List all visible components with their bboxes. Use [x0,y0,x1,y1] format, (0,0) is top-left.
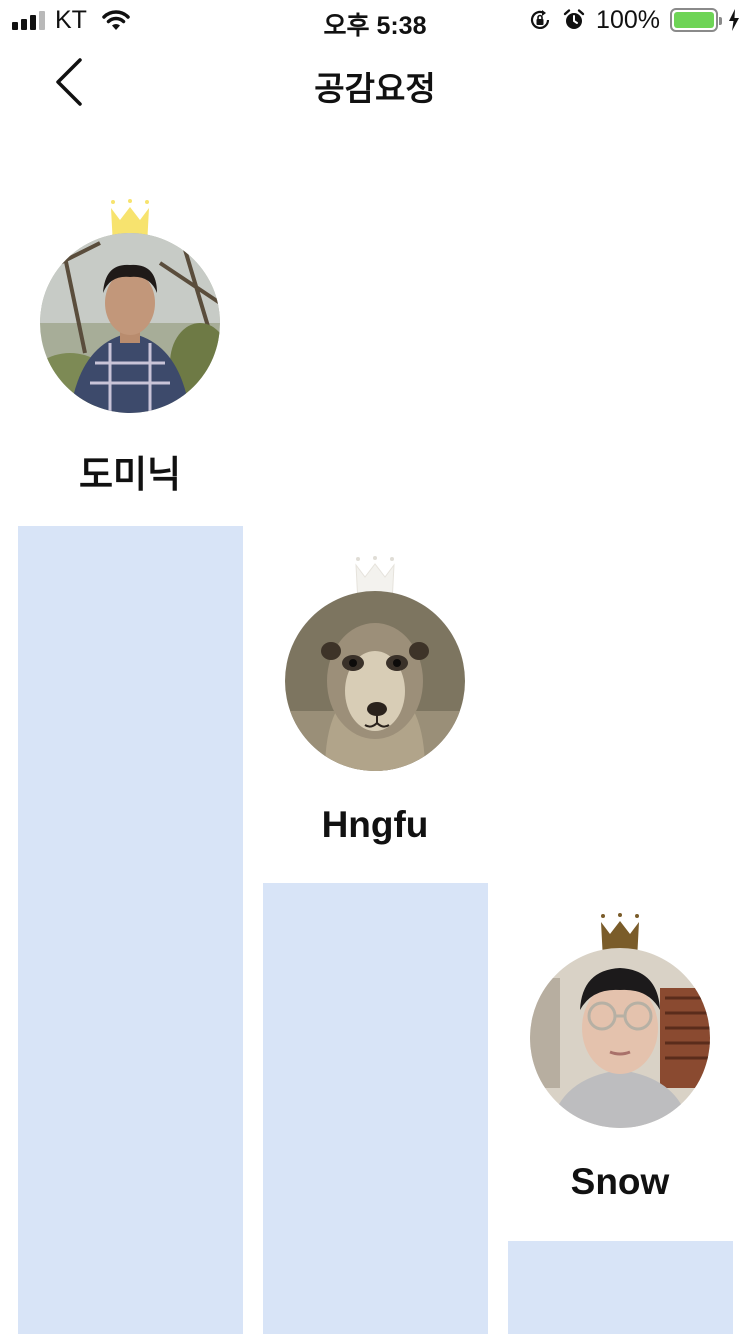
charging-bolt-icon [729,9,739,31]
user-name: Hngfu [321,804,429,845]
battery-icon [670,8,722,32]
avatar[interactable] [530,948,710,1128]
ranking-bar-third [508,1241,733,1334]
battery-level [674,12,714,28]
user-name: 도미닉 [78,454,182,495]
alarm-icon [563,9,585,29]
status-right: 100% [528,6,740,34]
rotation-lock-icon [530,10,550,29]
battery-percent: 100% [596,5,660,34]
page-title: 공감요정 [314,70,436,107]
ranking-bar-first [18,526,243,1334]
user-name: Snow [570,1161,670,1202]
status-bar: KT 오후 5:38 100% [0,0,750,40]
avatar[interactable] [40,233,220,413]
ranking-bar-second [263,883,488,1334]
avatar[interactable] [285,591,465,771]
navigation-bar: 공감요정 [0,40,750,128]
